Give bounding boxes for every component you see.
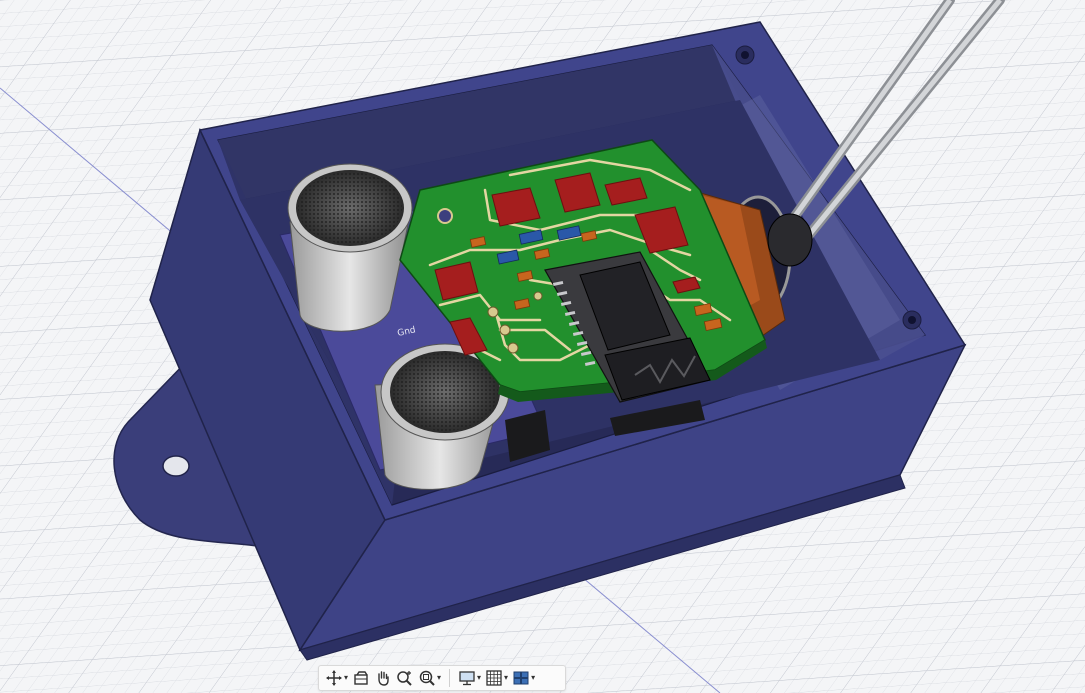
display-settings-button[interactable]: ▾: [456, 667, 483, 689]
viewports-icon: [513, 671, 529, 685]
zoom-icon: [397, 671, 412, 686]
navigation-toolbar: ▾ ▾ ▾ ▾ ▾: [318, 665, 566, 691]
look-at-button[interactable]: [350, 667, 372, 689]
fit-zoom-button[interactable]: ▾: [416, 667, 443, 689]
chevron-down-icon: ▾: [344, 673, 349, 682]
zoom-button[interactable]: [394, 667, 416, 689]
toolbar-divider: [449, 669, 451, 687]
grid-settings-button[interactable]: ▾: [483, 667, 510, 689]
chevron-down-icon: ▾: [531, 673, 536, 682]
viewports-button[interactable]: ▾: [510, 667, 537, 689]
orbit-button[interactable]: ▾: [323, 667, 350, 689]
pan-hand-icon: [378, 671, 389, 686]
chevron-down-icon: ▾: [504, 673, 509, 682]
display-settings-icon: [459, 671, 475, 686]
look-at-icon: [354, 671, 368, 685]
3d-viewport[interactable]: Gnd: [0, 0, 1085, 693]
pan-button[interactable]: [372, 667, 394, 689]
chevron-down-icon: ▾: [437, 673, 442, 682]
chevron-down-icon: ▾: [477, 673, 482, 682]
orbit-icon: [326, 670, 342, 686]
mounting-hole: [162, 455, 190, 477]
grid-icon: [486, 670, 502, 686]
fit-zoom-icon: [419, 670, 435, 686]
